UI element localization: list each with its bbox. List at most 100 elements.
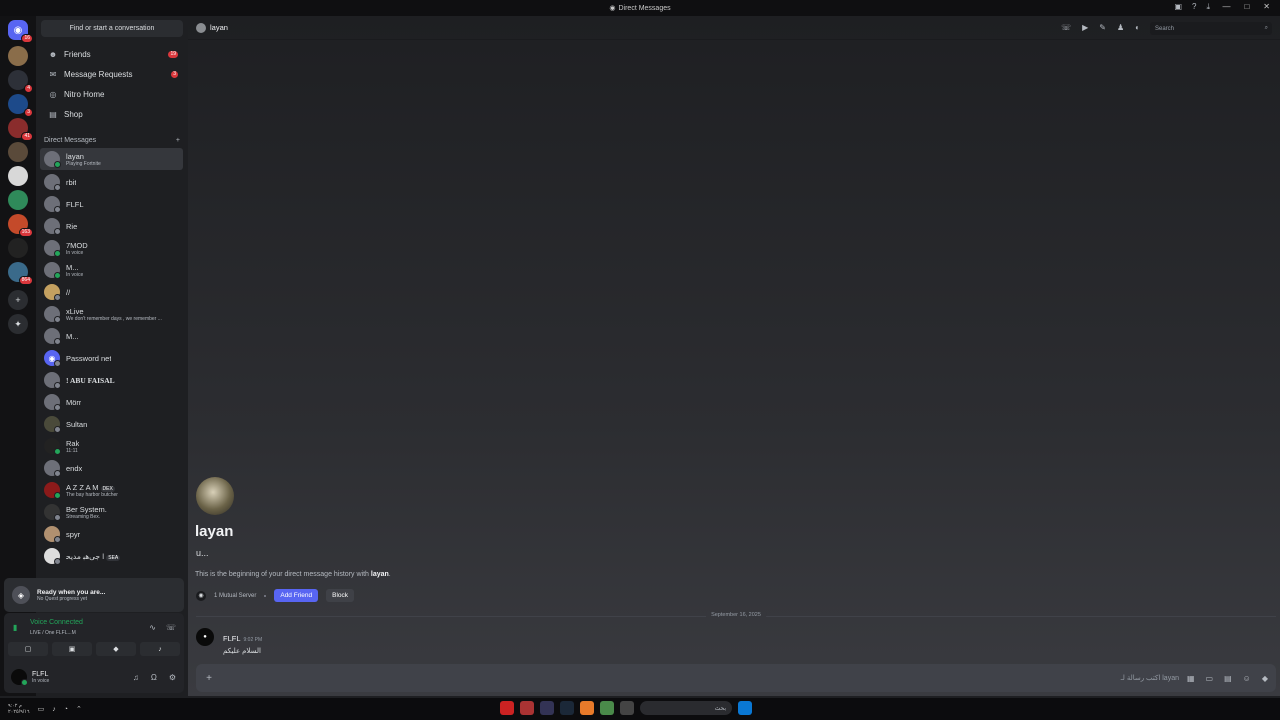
block-button[interactable]: Block (326, 589, 355, 602)
dm-item[interactable]: Mörr (40, 391, 183, 413)
dm-item[interactable]: M... (40, 325, 183, 347)
server-icon[interactable] (8, 46, 28, 66)
headphones-icon[interactable]: Ω (151, 673, 157, 682)
recipient-avatar[interactable] (196, 477, 234, 515)
help-icon[interactable]: ? (1192, 2, 1196, 12)
server-icon[interactable]: 4 (8, 70, 33, 93)
dm-item[interactable]: spyr (40, 523, 183, 545)
dm-item[interactable]: xLive We don't remember days , we remembe… (40, 303, 183, 325)
server-icon[interactable]: 163 (8, 214, 33, 237)
server-icon[interactable] (8, 190, 28, 210)
add-friend-icon[interactable]: ♟ (1117, 23, 1124, 32)
pin-icon[interactable]: ✎ (1099, 23, 1106, 32)
dm-item[interactable]: A Z Z A M DEX The bay harbor butcher (40, 479, 183, 501)
avatar[interactable]: ● (196, 628, 214, 646)
message[interactable]: ● FLFL 9:02 PM السلام عليكم (196, 628, 262, 655)
dm-item[interactable]: rbit (40, 171, 183, 193)
disconnect-icon[interactable]: ☏ (166, 623, 176, 632)
video-icon[interactable]: ▶ (1082, 23, 1088, 32)
dm-item[interactable]: FLFL (40, 193, 183, 215)
voice-channel[interactable]: LIVE / One FLFL...M (30, 630, 76, 636)
screen-share-button[interactable]: ▣ (52, 642, 92, 656)
search-input[interactable]: Search ⌕ (1150, 22, 1272, 35)
close-icon[interactable]: ✕ (1263, 2, 1270, 11)
gif-icon[interactable]: ▭ (1206, 674, 1214, 683)
server-icon[interactable]: 3 (8, 94, 33, 117)
recipient-name[interactable]: layan (210, 23, 228, 32)
message-composer[interactable]: + اكتب رسالة لـ layan ▦ ▭ ▤ ☺ ◆ (196, 664, 1276, 692)
browser-icon[interactable] (600, 701, 614, 715)
dm-item[interactable]: // (40, 281, 183, 303)
notification-icon[interactable]: ▭ (38, 705, 45, 713)
minimize-icon[interactable]: — (1222, 2, 1230, 11)
voice-status[interactable]: Voice Connected (30, 619, 83, 626)
add-server-button[interactable]: + (8, 290, 28, 310)
message-author[interactable]: FLFL (223, 634, 241, 643)
mutual-servers-link[interactable]: 1 Mutual Server (214, 593, 256, 599)
search-icon: ⌕ (1264, 25, 1268, 31)
nav-nitro-home[interactable]: ◎ Nitro Home (40, 85, 184, 103)
activity-button[interactable]: ◆ (96, 642, 136, 656)
dm-section-header: Direct Messages + (44, 137, 180, 144)
message-input[interactable]: اكتب رسالة لـ layan (220, 674, 1187, 682)
settings-icon[interactable]: ⚙ (169, 673, 176, 682)
attach-plus-icon[interactable]: + (198, 673, 220, 684)
add-friend-button[interactable]: Add Friend (274, 589, 319, 602)
nav-friends[interactable]: ☻ Friends 19 (40, 45, 184, 63)
apps-icon[interactable]: ◆ (1262, 674, 1268, 683)
inbox-icon[interactable]: ▣ (1174, 2, 1182, 12)
server-icon[interactable] (8, 166, 28, 186)
app-icon[interactable] (540, 701, 554, 715)
dm-item[interactable]: 7MOD In voice (40, 237, 183, 259)
discover-button[interactable]: ✦ (8, 314, 28, 334)
app-icon[interactable] (580, 701, 594, 715)
dm-item[interactable]: ◉ Password net (40, 347, 183, 369)
download-icon[interactable]: ⤓ (1206, 2, 1210, 12)
app-icon[interactable] (500, 701, 514, 715)
dm-item[interactable]: ! ABU FAISAL (40, 369, 183, 391)
noise-suppression-icon[interactable]: ∿ (149, 623, 156, 632)
user-name: FLFL (32, 670, 49, 678)
nav-label: Message Requests (64, 69, 133, 79)
app-icon[interactable] (520, 701, 534, 715)
server-icon[interactable] (8, 142, 28, 162)
dm-item[interactable]: M... In voice (40, 259, 183, 281)
server-icon[interactable]: 41 (8, 118, 33, 141)
quest-panel[interactable]: ◈ Ready when you are... No Quest progres… (4, 578, 184, 612)
dm-item[interactable]: Rak 11:11 (40, 435, 183, 457)
dm-item[interactable]: ا ﺟﻰﻫﺒ ﻣﺪﻳﺤ SEA (40, 545, 183, 567)
nav-shop[interactable]: ▤ Shop (40, 105, 184, 123)
nav-message-requests[interactable]: ✉ Message Requests 3 (40, 65, 184, 83)
app-icon[interactable] (620, 701, 634, 715)
sticker-icon[interactable]: ▤ (1224, 674, 1232, 683)
dm-item[interactable]: layan Playing Fortnite (40, 148, 183, 170)
dm-name: M... (66, 331, 79, 341)
volume-icon[interactable]: ♪ (52, 706, 56, 713)
server-icon[interactable]: 864 (8, 262, 33, 285)
soundboard-button[interactable]: ♪ (140, 642, 180, 656)
maximize-icon[interactable]: □ (1244, 2, 1249, 11)
microphone-icon[interactable]: ♫ (133, 673, 139, 682)
camera-off-button[interactable]: ▢ (8, 642, 48, 656)
network-icon[interactable]: ◔ (64, 706, 68, 713)
profile-icon[interactable]: ◐ (1135, 23, 1140, 32)
taskbar-search[interactable]: بحث (640, 701, 732, 715)
chevron-up-icon[interactable]: ⌃ (76, 705, 82, 713)
soundboard-icon: ♪ (158, 645, 162, 653)
date-label: September 16, 2025 (706, 612, 766, 618)
call-icon[interactable]: ☏ (1061, 23, 1071, 32)
steam-icon[interactable] (560, 701, 574, 715)
server-icon[interactable] (8, 238, 28, 258)
emoji-icon[interactable]: ☺ (1243, 674, 1251, 683)
clock[interactable]: م ٩:٠٢ ٢٠٢٥/٩/١٦ (8, 703, 30, 715)
gift-icon[interactable]: ▦ (1187, 674, 1195, 683)
create-dm-icon[interactable]: + (176, 137, 180, 144)
start-icon[interactable] (738, 701, 752, 715)
home-button[interactable]: ◉ 16 (8, 20, 33, 43)
dm-item[interactable]: Ber System. Streaming Bex. (40, 501, 183, 523)
dm-item[interactable]: endx (40, 457, 183, 479)
find-conversation-button[interactable]: Find or start a conversation (41, 20, 183, 37)
dm-item[interactable]: Rie (40, 215, 183, 237)
current-user[interactable]: FLFL In voice ♫ Ω ⚙ (8, 667, 180, 687)
dm-item[interactable]: Sultan (40, 413, 183, 435)
